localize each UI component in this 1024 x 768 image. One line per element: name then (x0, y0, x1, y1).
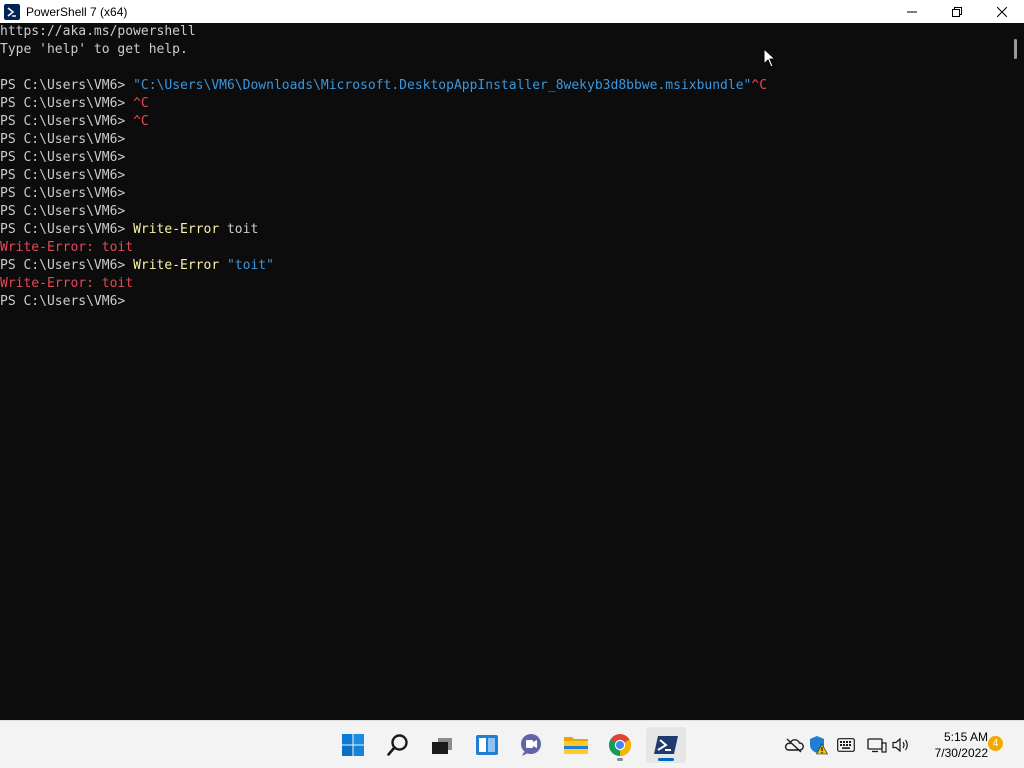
task-view-button[interactable] (422, 727, 462, 763)
start-button[interactable] (333, 727, 373, 763)
console-text: "toit" (226, 258, 274, 273)
console-text: Type 'help' to get help. (0, 42, 188, 57)
console-line: PS C:\Users\VM6> "C:\Users\VM6\Downloads… (0, 77, 1007, 95)
widgets-button[interactable] (467, 727, 507, 763)
console-text: Write-Error: toit (0, 240, 134, 255)
chrome-icon (609, 734, 631, 756)
console-text: toit (219, 222, 259, 237)
console-text: PS C:\Users\VM6> (0, 294, 126, 309)
mouse-cursor-icon (763, 48, 777, 68)
powershell-icon (654, 736, 678, 754)
console-text: ^C (133, 114, 149, 129)
console-text: Write-Error (133, 222, 220, 237)
console-text: "C:\Users\VM6\Downloads\Microsoft.Deskto… (133, 78, 752, 93)
task-view-icon (432, 738, 452, 754)
search-button[interactable] (378, 727, 418, 763)
chat-button[interactable] (511, 727, 551, 763)
console-line: PS C:\Users\VM6> (0, 149, 1007, 167)
running-indicator (617, 758, 623, 761)
powershell-app-icon (4, 3, 20, 20)
restore-button[interactable] (934, 0, 979, 23)
console-line: Type 'help' to get help. (0, 41, 1007, 59)
console-line: PS C:\Users\VM6> ^C (0, 95, 1007, 113)
console-line: PS C:\Users\VM6> Write-Error toit (0, 221, 1007, 239)
chat-icon (521, 734, 541, 756)
security-warning-icon (810, 736, 828, 755)
onedrive-offline-icon (784, 738, 804, 753)
windows-logo-icon (342, 734, 364, 756)
console-line: PS C:\Users\VM6> (0, 185, 1007, 203)
network-tray-button[interactable] (867, 735, 887, 755)
taskbar: 5:15 AM 7/30/2022 (0, 720, 1024, 768)
console-text: PS C:\Users\VM6> (0, 132, 126, 147)
notification-badge[interactable]: 4 (988, 736, 1003, 751)
security-tray-button[interactable] (808, 735, 828, 755)
console-line: PS C:\Users\VM6> ^C (0, 113, 1007, 131)
console-line: https://aka.ms/powershell (0, 23, 1007, 41)
console-text: https://aka.ms/powershell (0, 24, 196, 39)
console-text: PS C:\Users\VM6> (0, 114, 134, 129)
clock-date: 7/30/2022 (934, 746, 988, 760)
onedrive-tray-button[interactable] (784, 735, 804, 755)
console-text: PS C:\Users\VM6> (0, 168, 126, 183)
console-text: Write-Error: toit (0, 276, 134, 291)
title-bar[interactable]: PowerShell 7 (x64) (0, 0, 1024, 23)
clock-time: 5:15 AM (943, 730, 988, 744)
widgets-icon (476, 735, 498, 755)
minimize-icon (906, 11, 917, 12)
keyboard-icon (837, 738, 855, 752)
console-text: ^C (133, 96, 149, 111)
chrome-button[interactable] (600, 727, 640, 763)
powershell-button[interactable] (646, 727, 686, 763)
console-text: PS C:\Users\VM6> (0, 150, 126, 165)
console-line: PS C:\Users\VM6> (0, 131, 1007, 149)
close-button[interactable] (979, 0, 1024, 23)
console-text: ^C (751, 78, 768, 93)
volume-icon (892, 737, 908, 753)
scrollbar-thumb[interactable] (1014, 39, 1017, 59)
console-line: PS C:\Users\VM6> (0, 167, 1007, 185)
console-text: PS C:\Users\VM6> (0, 204, 126, 219)
console-line: Write-Error: toit (0, 239, 1007, 257)
console-text: PS C:\Users\VM6> (0, 186, 126, 201)
network-icon (867, 738, 887, 753)
console-text: PS C:\Users\VM6> (0, 96, 134, 111)
volume-tray-button[interactable] (891, 735, 911, 755)
console-line: PS C:\Users\VM6> (0, 203, 1007, 221)
window-controls (889, 0, 1024, 23)
console-line: Write-Error: toit (0, 275, 1007, 293)
close-icon (996, 6, 1007, 17)
console-text: PS C:\Users\VM6> (0, 222, 134, 237)
system-clock[interactable]: 5:15 AM 7/30/2022 (918, 729, 988, 761)
console-text: PS C:\Users\VM6> (0, 78, 134, 93)
active-indicator (658, 758, 674, 761)
console-text: PS C:\Users\VM6> (0, 258, 134, 273)
console-line: PS C:\Users\VM6> (0, 293, 1007, 311)
console-scrollbar[interactable] (1007, 23, 1024, 720)
keyboard-tray-button[interactable] (836, 735, 856, 755)
minimize-button[interactable] (889, 0, 934, 23)
window-title: PowerShell 7 (x64) (26, 4, 128, 19)
console-text: Write-Error (133, 258, 220, 273)
file-explorer-button[interactable] (556, 727, 596, 763)
console-line: PS C:\Users\VM6> Write-Error "toit" (0, 257, 1007, 275)
restore-icon (951, 6, 962, 17)
folder-icon (564, 737, 588, 754)
console-output[interactable]: https://aka.ms/powershell Type 'help' to … (0, 23, 1007, 720)
search-icon (387, 734, 408, 756)
